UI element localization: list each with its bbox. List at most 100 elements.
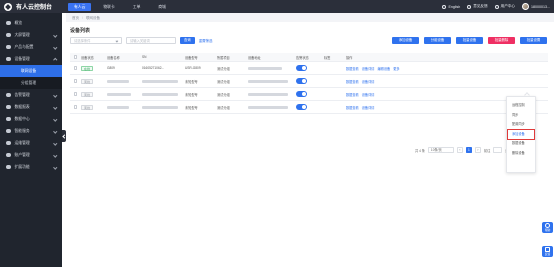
alarm-toggle[interactable] bbox=[296, 91, 307, 97]
device-sn-redacted bbox=[142, 105, 178, 109]
page-title: 设备列表 bbox=[70, 28, 91, 34]
sidebar-subitem-network-devices[interactable]: 联网设备 bbox=[0, 65, 62, 77]
menu-item-sync[interactable]: 同步 bbox=[507, 111, 535, 121]
feedback-float-label: 反馈 bbox=[544, 252, 551, 257]
prev-page-button[interactable]: ‹ bbox=[456, 147, 463, 153]
alarm-toggle[interactable] bbox=[296, 65, 307, 71]
view-data-link[interactable]: 数据查看 bbox=[346, 105, 359, 110]
table-row: 离线 未知型号 测试分组 数据查看 设备详情 bbox=[70, 88, 548, 101]
chevron-down-icon bbox=[52, 93, 57, 98]
batch-settings-button[interactable]: 批量设置 bbox=[520, 37, 547, 44]
view-data-link[interactable]: 数据查看 bbox=[346, 79, 359, 84]
language-switch[interactable]: English bbox=[442, 4, 461, 9]
help-icon bbox=[545, 222, 550, 228]
column-header: 设备地址 bbox=[248, 55, 261, 60]
avatar bbox=[522, 3, 529, 10]
device-detail-link[interactable]: 设备详情 bbox=[362, 66, 375, 71]
sidebar-item-data-center[interactable]: 数据中心 bbox=[0, 113, 62, 125]
column-header: 设备状态 bbox=[81, 55, 94, 60]
device-name-redacted bbox=[107, 105, 129, 109]
sidebar-item-smart-service[interactable]: 智能服务 bbox=[0, 125, 62, 137]
sidebar-item-account[interactable]: 账户管理 bbox=[0, 149, 62, 161]
chevron-down-icon bbox=[52, 45, 57, 50]
row-checkbox[interactable] bbox=[73, 66, 78, 70]
feedback-link[interactable]: 意见反馈 bbox=[467, 4, 488, 9]
sidebar-subitem-groups[interactable]: 分组管理 bbox=[0, 77, 62, 89]
sidebar-item-label: 扩展功能 bbox=[14, 164, 30, 169]
device-detail-link[interactable]: 设备详情 bbox=[362, 92, 375, 97]
menu-item-add-device[interactable]: 添加设备 bbox=[507, 129, 535, 140]
sidebar-item-alarms[interactable]: 告警管理 bbox=[0, 89, 62, 101]
keyword-input[interactable]: 请输入关键词 bbox=[126, 37, 176, 44]
chevron-down-icon bbox=[52, 141, 57, 146]
account-icon bbox=[6, 152, 11, 158]
more-link[interactable]: 更多 bbox=[393, 66, 399, 71]
group-device-button[interactable]: 分组设备 bbox=[424, 37, 451, 44]
menu-item-delete-device[interactable]: 删除设备 bbox=[507, 149, 535, 159]
breadcrumb-home[interactable]: 首页 bbox=[72, 16, 79, 21]
batch-device-button[interactable]: 批量设备 bbox=[456, 37, 483, 44]
topnav-item-simcard[interactable]: 物联卡 bbox=[97, 3, 120, 11]
language-label: English bbox=[448, 4, 461, 9]
view-data-link[interactable]: 数据查看 bbox=[346, 66, 359, 71]
sidebar-item-ops[interactable]: 运维管理 bbox=[0, 137, 62, 149]
edit-device-link[interactable]: 编辑设备 bbox=[378, 66, 391, 71]
help-float-button[interactable]: 帮助 bbox=[542, 222, 553, 233]
page-size-select[interactable]: 10条/页 bbox=[427, 147, 454, 153]
logo-icon bbox=[4, 2, 12, 11]
batch-delete-button[interactable]: 批量删除 bbox=[488, 37, 515, 44]
select-all-checkbox[interactable] bbox=[73, 55, 78, 59]
menu-item-remote-control[interactable]: 远程控制 bbox=[507, 101, 535, 111]
reset-filter-link[interactable]: 重置筛选 bbox=[199, 38, 213, 43]
menu-item-data-device[interactable]: 数据设备 bbox=[507, 139, 535, 149]
more-dropdown-menu: 远程控制 同步 配置同步 添加设备 数据设备 删除设备 bbox=[506, 96, 536, 173]
pagination: 共 4 条 10条/页 ‹ 1 › 前往 页 bbox=[415, 147, 508, 153]
sidebar-item-overview[interactable]: 概览 bbox=[0, 17, 62, 29]
row-checkbox[interactable] bbox=[73, 105, 78, 109]
extension-icon bbox=[6, 164, 11, 170]
topnav-item-ticket[interactable]: 工单 bbox=[127, 3, 147, 11]
sidebar-item-extensions[interactable]: 扩展功能 bbox=[0, 161, 62, 173]
page-number-current[interactable]: 1 bbox=[465, 147, 472, 153]
brand[interactable]: 有人云控制台 bbox=[0, 0, 64, 13]
total-count: 共 4 条 bbox=[415, 148, 425, 153]
topnav-item-cloud[interactable]: 有人云 bbox=[68, 2, 92, 11]
row-checkbox[interactable] bbox=[73, 92, 78, 96]
database-icon bbox=[6, 116, 11, 122]
view-data-link[interactable]: 数据查看 bbox=[346, 92, 359, 97]
menu-item-config-sync[interactable]: 配置同步 bbox=[507, 120, 535, 130]
sidebar-item-screen[interactable]: 大屏管理 bbox=[0, 29, 62, 41]
sidebar-item-devices[interactable]: 设备管理 bbox=[0, 53, 62, 65]
device-detail-link[interactable]: 设备详情 bbox=[362, 105, 375, 110]
topnav-item-mall[interactable]: 商城 bbox=[152, 3, 172, 11]
account-menu[interactable]: 18000013... bbox=[522, 3, 550, 10]
device-model: 未知型号 bbox=[185, 92, 198, 97]
product-icon bbox=[6, 44, 11, 50]
service-icon bbox=[6, 128, 11, 134]
alarm-toggle[interactable] bbox=[296, 104, 307, 110]
condition-select[interactable]: 请选择条件 bbox=[70, 37, 122, 44]
page-size-value: 10条/页 bbox=[430, 148, 442, 152]
chevron-down-icon bbox=[52, 117, 57, 122]
search-button[interactable]: 查询 bbox=[180, 37, 195, 44]
add-device-button[interactable]: 添加设备 bbox=[392, 37, 419, 44]
sidebar-item-label: 产品与配置 bbox=[14, 44, 34, 49]
status-badge: 离线 bbox=[81, 78, 94, 84]
account-phone: 18000013... bbox=[531, 4, 550, 9]
edit-icon bbox=[545, 246, 550, 252]
goto-page-input[interactable] bbox=[493, 147, 503, 153]
toolbar-actions: 添加设备 分组设备 批量设备 批量删除 批量设置 bbox=[392, 37, 547, 44]
sidebar-item-label: 设备管理 bbox=[14, 56, 30, 61]
sidebar-item-reports[interactable]: 数据报表 bbox=[0, 101, 62, 113]
sidebar-item-product[interactable]: 产品与配置 bbox=[0, 41, 62, 53]
next-page-button[interactable]: › bbox=[474, 147, 481, 153]
chevron-down-icon bbox=[52, 165, 57, 170]
user-center-link[interactable]: 用户中心 bbox=[494, 4, 515, 9]
row-checkbox[interactable] bbox=[73, 79, 78, 83]
alarm-toggle[interactable] bbox=[296, 78, 307, 84]
screen-icon bbox=[6, 32, 11, 38]
feedback-float-button[interactable]: 反馈 bbox=[542, 246, 553, 257]
device-detail-link[interactable]: 设备详情 bbox=[362, 79, 375, 84]
column-header: 标签 bbox=[324, 55, 331, 60]
column-header: 告警状态 bbox=[296, 55, 309, 60]
